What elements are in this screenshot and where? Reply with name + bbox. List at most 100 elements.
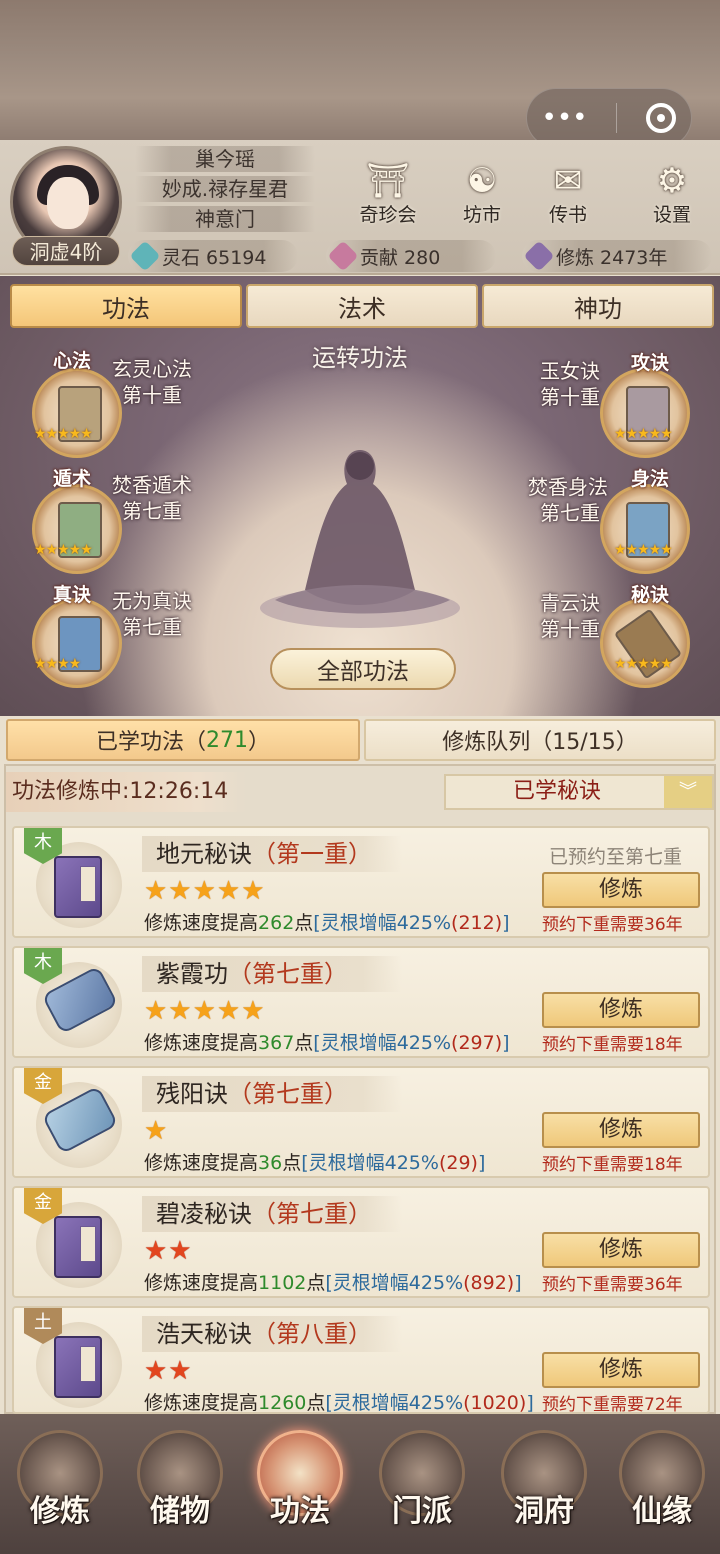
nav-label: 仙缘 [632, 1494, 692, 1529]
miniprogram-capsule[interactable]: ••• [526, 88, 692, 148]
item-name: 残阳诀 [156, 1080, 228, 1108]
bonus-end: ] [502, 912, 510, 934]
desc-mid: 点 [294, 912, 314, 934]
capsule-divider [616, 103, 618, 133]
slot-level: 第七重 [122, 615, 182, 639]
train-button[interactable]: 修炼 [542, 1352, 700, 1388]
slot-name: 焚香遁术 第七重 [112, 472, 232, 524]
train-button[interactable]: 修炼 [542, 1112, 700, 1148]
letter-button[interactable]: ✉ 传书 [528, 160, 608, 226]
player-sect: 神意门 [135, 206, 315, 232]
train-button[interactable]: 修炼 [542, 872, 700, 908]
slot-name: 玉女诀 第十重 [540, 358, 660, 410]
market-label: 坊市 [462, 204, 501, 226]
bonus-value: (212) [451, 912, 503, 934]
close-target-icon[interactable] [646, 103, 677, 133]
tab-shengong[interactable]: 神功 [482, 284, 714, 328]
star-rating: ★★ [144, 1356, 193, 1386]
train-button[interactable]: 修炼 [542, 1232, 700, 1268]
nav-fortune[interactable]: 仙缘 [612, 1430, 712, 1540]
item-desc: 修炼速度提高36点[灵根增幅425%(29)] [144, 1148, 485, 1175]
item-desc: 修炼速度提高1102点[灵根增幅425%(892)] [144, 1268, 522, 1295]
contribution-icon [327, 240, 359, 272]
book-icon [54, 856, 102, 918]
slot-stars: ★★★★★ [34, 426, 93, 442]
list-item[interactable]: 金 残阳诀（第七重） ★ 修炼 修炼速度提高36点[灵根增幅425%(29)] … [12, 1066, 710, 1178]
nav-sect[interactable]: 门派 [372, 1430, 472, 1540]
list-item[interactable]: 金 碧凌秘诀（第七重） ★★ 修炼 修炼速度提高1102点[灵根增幅425%(8… [12, 1186, 710, 1298]
spirit-stone-value: 灵石 65194 [162, 246, 267, 269]
tab-fashu[interactable]: 法术 [246, 284, 478, 328]
nav-label: 修炼 [30, 1494, 90, 1529]
tab-learned-close: ） [248, 730, 271, 755]
list-item[interactable]: 木 紫霞功（第七重） ★★★★★ 修炼 修炼速度提高367点[灵根增幅425%(… [12, 946, 710, 1058]
slot-title: 焚香身法 [528, 475, 608, 499]
tab-learned-label: 已学功法（ [95, 730, 206, 755]
speed-value: 262 [258, 912, 295, 934]
tab-gongfa[interactable]: 功法 [10, 284, 242, 328]
contribution-counter: 贡献 280 [326, 240, 496, 272]
slot-level: 第十重 [540, 617, 600, 641]
chevron-down-icon[interactable]: ︾ [664, 776, 712, 808]
bonus-text: [灵根增幅425% [325, 1272, 464, 1294]
bonus-text: [灵根增幅425% [313, 912, 452, 934]
item-name: 碧凌秘诀 [156, 1200, 252, 1228]
train-button[interactable]: 修炼 [542, 992, 700, 1028]
bonus-text: [灵根增幅425% [301, 1152, 439, 1174]
treasure-pavilion-label: 奇珍会 [359, 204, 417, 226]
item-level: （第一重） [252, 840, 372, 868]
slot-xinfa[interactable] [32, 368, 122, 458]
desc-mid: 点 [294, 1032, 314, 1054]
slot-name: 无为真诀 第七重 [112, 588, 232, 640]
slot-name: 青云诀 第十重 [540, 590, 660, 642]
tab-learned[interactable]: 已学功法（ 271） [6, 719, 360, 761]
bonus-value: (892) [463, 1272, 515, 1294]
item-level: （第七重） [228, 1080, 348, 1108]
next-level-requirement: 预约下重需要18年 [542, 1035, 683, 1055]
desc-prefix: 修炼速度提高 [144, 1272, 259, 1294]
slot-stars: ★★★★★ [614, 656, 673, 672]
item-desc: 修炼速度提高367点[灵根增幅425%(297)] [144, 1028, 510, 1055]
scene-title: 运转功法 [312, 344, 408, 372]
player-title: 妙成.禄存星君 [135, 176, 315, 202]
book-icon [54, 1336, 102, 1398]
more-icon[interactable]: ••• [541, 103, 587, 133]
market-button[interactable]: ☯ 坊市 [442, 160, 522, 226]
nav-cultivate[interactable]: 修炼 [10, 1430, 110, 1540]
settings-button[interactable]: ⚙ 设置 [632, 160, 712, 226]
list-item[interactable]: 土 浩天秘诀（第八重） ★★ 修炼 修炼速度提高1260点[灵根增幅425%(1… [12, 1306, 710, 1415]
treasure-pavilion-button[interactable]: ⛩ 奇珍会 [348, 160, 428, 226]
star-rating: ★★ [144, 1236, 193, 1266]
nav-cave[interactable]: 洞府 [494, 1430, 594, 1540]
tab-queue[interactable]: 修炼队列（15/15） [364, 719, 716, 761]
nav-label: 功法 [270, 1494, 330, 1529]
market-icon: ☯ [466, 161, 498, 201]
list-item[interactable]: 木 地元秘诀（第一重） 已预约至第七重 ★★★★★ 修炼 修炼速度提高262点[… [12, 826, 710, 938]
cultivation-counter: 修炼 2473年 [522, 240, 712, 272]
bonus-end: ] [526, 1392, 534, 1414]
item-level: （第七重） [228, 960, 348, 988]
desc-prefix: 修炼速度提高 [144, 1032, 259, 1054]
star-rating: ★★★★★ [144, 876, 266, 906]
slot-tag: 真诀 [52, 584, 91, 606]
star-rating: ★ [144, 1116, 169, 1146]
slot-stars: ★★★★ [34, 656, 81, 672]
slot-title: 玄灵心法 [112, 357, 192, 381]
item-title: 碧凌秘诀（第七重） [142, 1196, 402, 1232]
all-gongfa-button[interactable]: 全部功法 [270, 648, 456, 690]
spirit-stone-counter: 灵石 65194 [128, 240, 298, 272]
tab-learned-count: 271 [206, 727, 248, 753]
rank-badge: 洞虚4阶 [12, 236, 120, 266]
next-level-requirement: 预约下重需要36年 [542, 915, 683, 935]
nav-gongfa[interactable]: 功法 [250, 1430, 350, 1540]
filter-dropdown[interactable]: 已学秘诀 ︾ [444, 774, 714, 810]
slot-zhenjue[interactable] [32, 598, 122, 688]
slot-dunshu[interactable] [32, 484, 122, 574]
settings-label: 设置 [652, 204, 691, 226]
contribution-value: 贡献 280 [360, 246, 441, 269]
nav-storage[interactable]: 储物 [130, 1430, 230, 1540]
bonus-text: [灵根增幅425% [313, 1032, 452, 1054]
avatar-face [47, 177, 89, 229]
item-desc: 修炼速度提高262点[灵根增幅425%(212)] [144, 908, 510, 935]
slot-level: 第十重 [122, 383, 182, 407]
